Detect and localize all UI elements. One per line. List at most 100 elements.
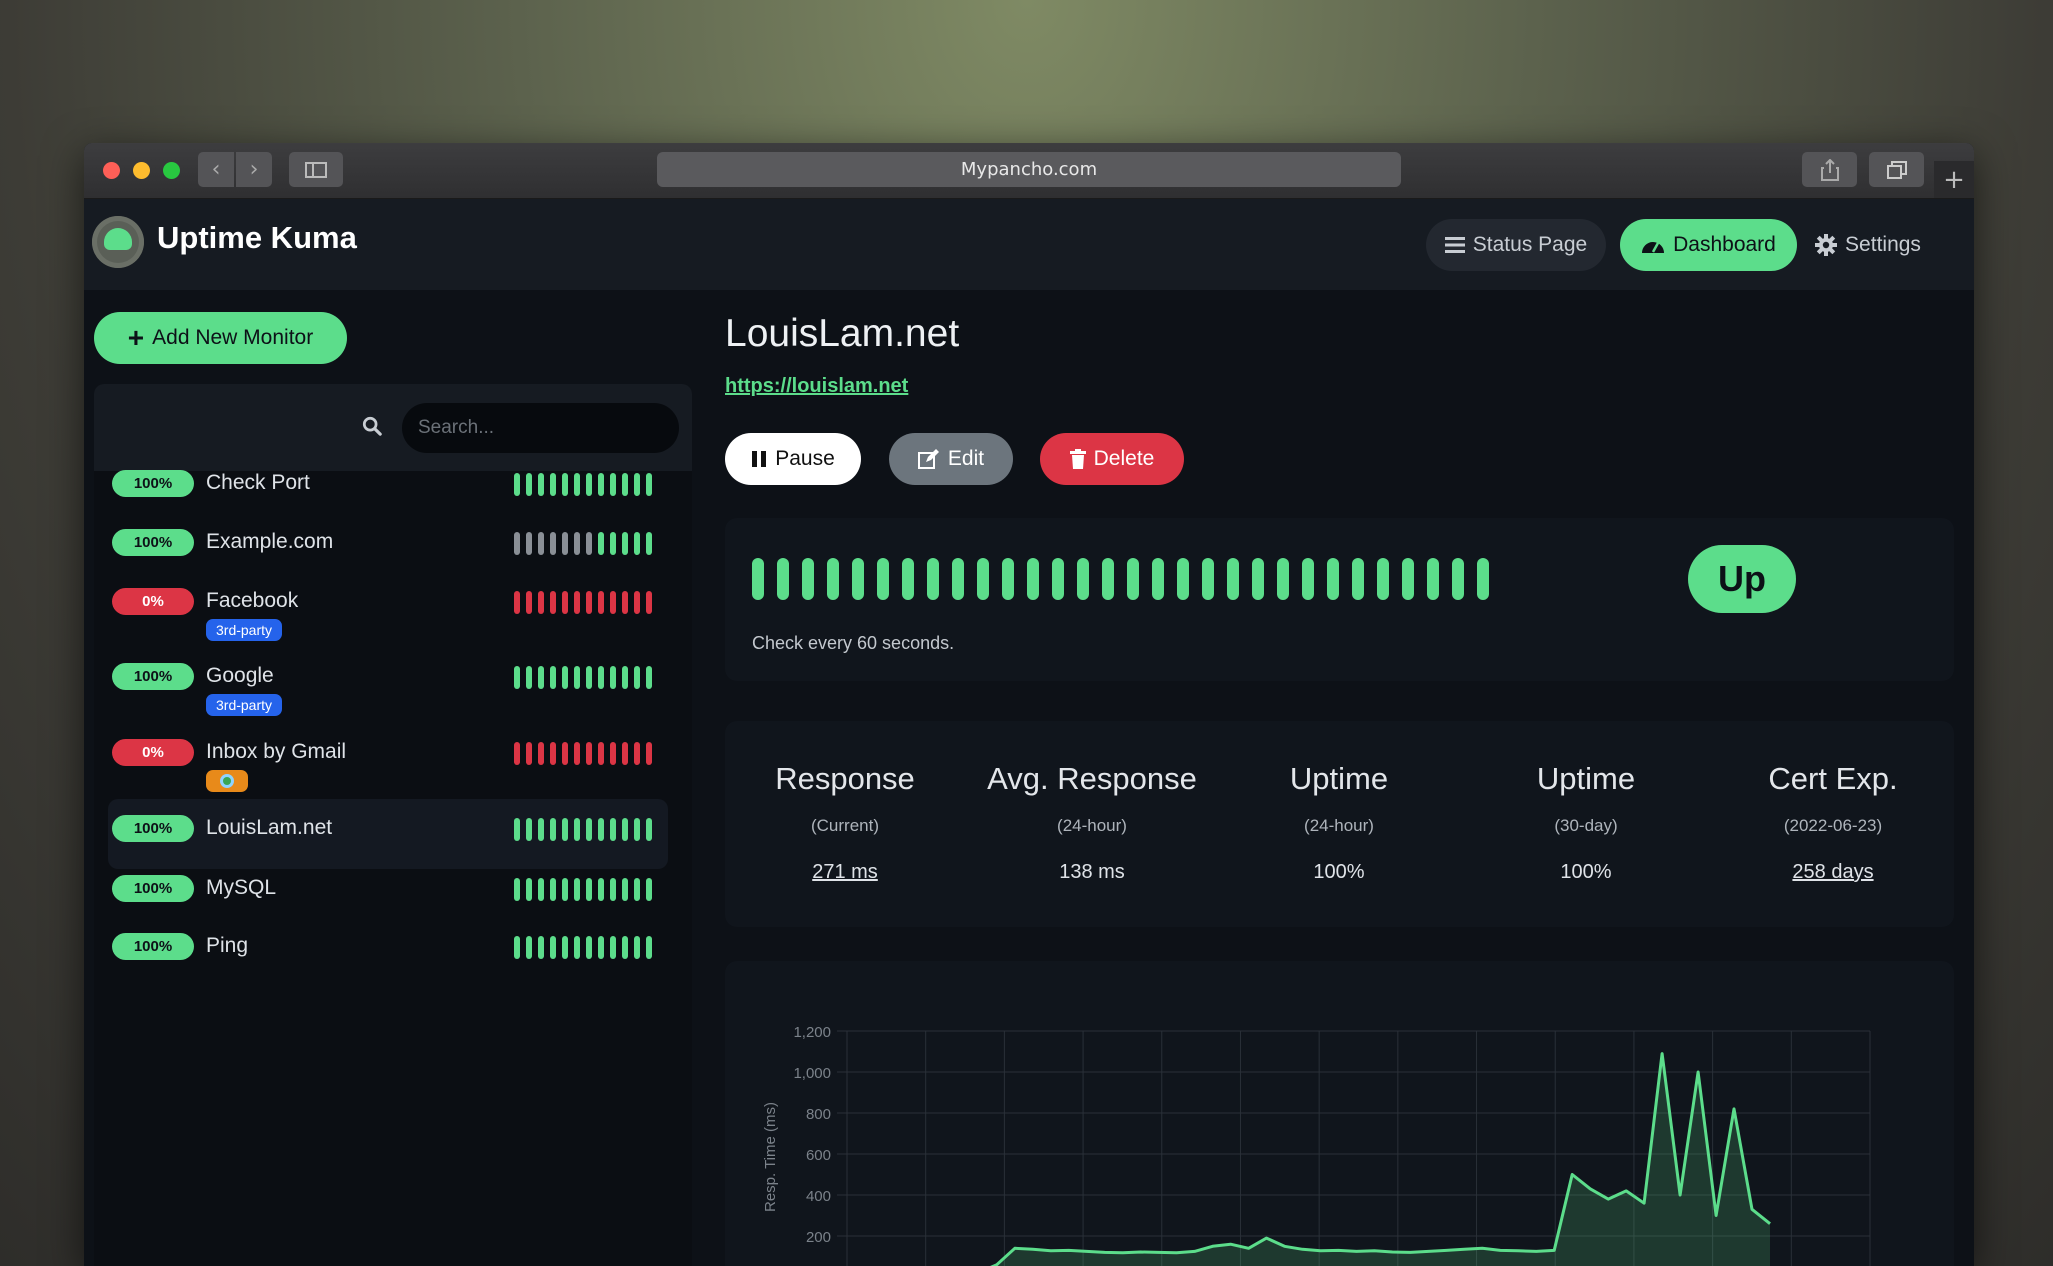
uptime-kuma-logo[interactable] xyxy=(92,216,144,268)
heartbeat-tick xyxy=(1352,558,1364,600)
plus-icon: + xyxy=(127,322,145,353)
tabs-overview-button[interactable] xyxy=(1869,152,1924,187)
delete-label: Delete xyxy=(1093,447,1155,470)
heartbeat-tick xyxy=(574,666,580,689)
minimize-window-button[interactable] xyxy=(133,162,150,179)
new-tab-button[interactable]: + xyxy=(1934,161,1974,198)
heartbeat-tick xyxy=(574,818,580,841)
add-new-monitor-button[interactable]: + Add New Monitor xyxy=(94,312,347,364)
monitor-name: Ping xyxy=(206,934,249,957)
heartbeat-tick xyxy=(1127,558,1139,600)
heartbeat-tick xyxy=(610,473,616,496)
back-button[interactable]: ‹ xyxy=(198,152,234,187)
address-bar[interactable]: Mypancho.com xyxy=(657,152,1401,187)
uptime-pill: 100% xyxy=(112,815,194,842)
heartbeat-tick xyxy=(550,666,556,689)
heartbeat-tick xyxy=(538,473,544,496)
y-axis-label: Resp. Time (ms) xyxy=(762,1102,779,1212)
search-icon xyxy=(362,416,382,436)
heartbeat-tick xyxy=(1077,558,1089,600)
heartbeat-tick xyxy=(634,936,640,959)
monitor-list-item[interactable]: 0% Inbox by Gmail xyxy=(108,723,668,793)
heartbeat-tick xyxy=(622,591,628,614)
heartbeat-tick xyxy=(598,532,604,555)
stat-title: Cert Exp. xyxy=(1768,761,1898,796)
search-input[interactable] xyxy=(402,403,679,453)
heartbeat-tick xyxy=(514,818,520,841)
heartbeat-tick xyxy=(646,878,652,901)
stat-value[interactable]: 258 days xyxy=(1710,861,1956,884)
heartbeat-tick xyxy=(610,818,616,841)
status-page-button[interactable]: Status Page xyxy=(1426,219,1606,271)
stat-column: Response (Current) 271 ms xyxy=(722,721,968,927)
tabs-icon xyxy=(1886,160,1907,179)
heartbeat-tick xyxy=(634,742,640,765)
chevron-right-icon: › xyxy=(249,157,259,182)
maximize-window-button[interactable] xyxy=(163,162,180,179)
heartbeat-tick xyxy=(514,742,520,765)
heartbeat-tick xyxy=(550,532,556,555)
sidebar-toggle-button[interactable] xyxy=(289,152,343,187)
heartbeat-tick xyxy=(538,936,544,959)
heartbeat-tick xyxy=(562,591,568,614)
heartbeat-tick xyxy=(1402,558,1414,600)
heartbeat-tick xyxy=(852,558,864,600)
stat-subtitle: (24-hour) xyxy=(1057,816,1127,835)
heartbeat-tick xyxy=(634,532,640,555)
heartbeat-tick xyxy=(550,473,556,496)
heartbeat-tick xyxy=(526,473,532,496)
edit-button[interactable]: Edit xyxy=(889,433,1013,485)
heartbeat-tick xyxy=(1102,558,1114,600)
stat-column: Uptime (24-hour) 100% xyxy=(1216,721,1462,927)
pause-button[interactable]: Pause xyxy=(725,433,861,485)
heartbeat-tick xyxy=(634,591,640,614)
heartbeat-tick xyxy=(646,742,652,765)
settings-button[interactable]: Settings xyxy=(1809,219,1927,271)
heartbeat-tick xyxy=(927,558,939,600)
heartbeat-tick xyxy=(526,818,532,841)
dashboard-button[interactable]: Dashboard xyxy=(1620,219,1797,271)
share-button[interactable] xyxy=(1802,152,1857,187)
add-new-monitor-label: Add New Monitor xyxy=(152,326,314,349)
heartbeat-tick xyxy=(1427,558,1439,600)
heartbeat-tick xyxy=(550,742,556,765)
uptime-pill: 100% xyxy=(112,470,194,497)
stat-value[interactable]: 271 ms xyxy=(722,861,968,884)
heartbeat-tick xyxy=(752,558,764,600)
monitor-url-link[interactable]: https://louislam.net xyxy=(725,375,908,398)
close-window-button[interactable] xyxy=(103,162,120,179)
mini-heartbeat-bar xyxy=(514,878,652,901)
sidebar-icon xyxy=(305,161,327,178)
brand-title[interactable]: Uptime Kuma xyxy=(157,220,357,256)
delete-button[interactable]: Delete xyxy=(1040,433,1184,485)
heartbeat-tick xyxy=(598,473,604,496)
monitor-list-item[interactable]: 100% Ping xyxy=(108,917,668,987)
monitor-list-item[interactable]: 0% Facebook 3rd-party xyxy=(108,572,668,642)
monitor-list-item[interactable]: 100% Google 3rd-party xyxy=(108,647,668,717)
edit-label: Edit xyxy=(947,447,985,470)
y-tick-label: 400 xyxy=(806,1188,831,1205)
heartbeat-tick xyxy=(610,532,616,555)
heartbeat-tick xyxy=(514,591,520,614)
heartbeat-tick xyxy=(622,473,628,496)
heartbeat-tick xyxy=(562,742,568,765)
heartbeat-tick xyxy=(598,666,604,689)
monitor-name: Google xyxy=(206,664,274,687)
forward-button[interactable]: › xyxy=(236,152,272,187)
heartbeat-tick xyxy=(574,591,580,614)
heartbeat-tick xyxy=(622,742,628,765)
heartbeat-tick xyxy=(1052,558,1064,600)
monitor-name: Example.com xyxy=(206,530,334,553)
dashboard-gauge-icon xyxy=(1642,242,1665,253)
heartbeat-tick xyxy=(598,742,604,765)
stat-column: Avg. Response (24-hour) 138 ms xyxy=(969,721,1215,927)
monitor-list-panel: 100% Check Port 100% Example.com 0% Facebook 3… xyxy=(94,384,692,1266)
heartbeat-tick xyxy=(550,936,556,959)
mini-heartbeat-bar xyxy=(514,818,652,841)
monitor-name: Inbox by Gmail xyxy=(206,740,347,763)
monitor-name: MySQL xyxy=(206,876,277,899)
heartbeat-tick xyxy=(622,878,628,901)
heartbeat-tick xyxy=(777,558,789,600)
address-text: Mypancho.com xyxy=(960,159,1098,180)
heartbeat-tick xyxy=(526,591,532,614)
